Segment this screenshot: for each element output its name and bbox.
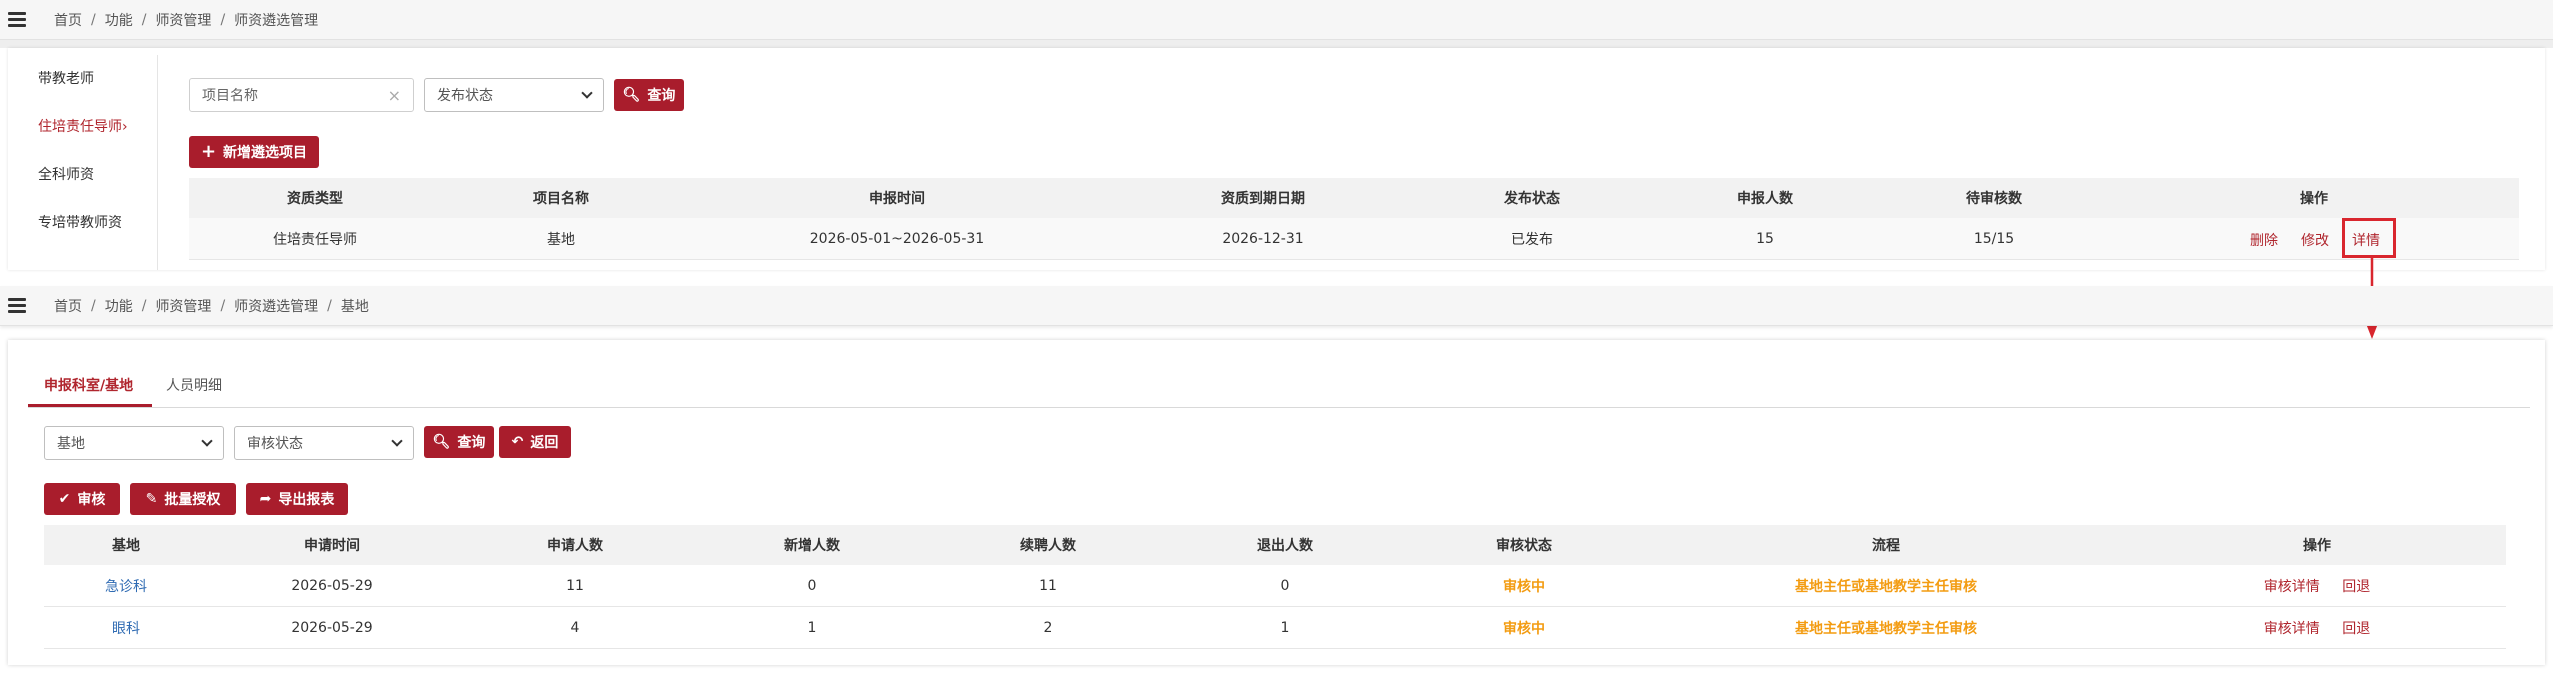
breadcrumb: 首页 / 功能 / 师资管理 / 师资遴选管理 / 基地 — [54, 296, 369, 316]
highlight-box — [2342, 218, 2396, 258]
review-button[interactable]: ✔ 审核 — [44, 483, 120, 515]
col-status: 发布状态 — [1504, 191, 1560, 207]
table-row: 住培责任导师 基地 2026-05-01~2026-05-31 2026-12-… — [189, 218, 2519, 260]
share-icon: ➦ — [259, 491, 272, 507]
col-expiry: 资质到期日期 — [1221, 191, 1305, 207]
undo-icon: ↶ — [511, 434, 524, 450]
detail-breadcrumb-bar: 首页 / 功能 / 师资管理 / 师资遴选管理 / 基地 — [0, 286, 2553, 326]
col-type: 资质类型 — [287, 191, 343, 207]
sidebar: 带教老师 住培责任导师› 全科师资 专培带教师资 — [18, 55, 158, 270]
top-breadcrumb-bar: 首页 / 功能 / 师资管理 / 师资遴选管理 — [0, 0, 2553, 40]
breadcrumb-teacher-mgmt[interactable]: 师资管理 — [155, 296, 211, 316]
review-status-select[interactable]: 审核状态 — [234, 426, 414, 460]
chevron-down-icon — [581, 86, 593, 99]
edit-icon: ✎ — [145, 491, 158, 507]
export-report-button[interactable]: ➦ 导出报表 — [246, 483, 348, 515]
table-row: 急诊科 2026-05-29 11 0 11 0 审核中 基地主任或基地教学主任… — [44, 565, 2506, 607]
review-details-link[interactable]: 审核详情 — [2264, 621, 2320, 637]
edit-link[interactable]: 修改 — [2301, 230, 2329, 250]
clear-icon[interactable]: × — [388, 86, 401, 105]
chevron-down-icon — [201, 434, 213, 447]
col-flow: 流程 — [1872, 538, 1900, 554]
base-select[interactable]: 基地 — [44, 426, 224, 460]
status-badge: 审核中 — [1503, 578, 1545, 595]
breadcrumb-function[interactable]: 功能 — [105, 10, 133, 30]
rollback-link[interactable]: 回退 — [2342, 621, 2370, 637]
flow-text: 基地主任或基地教学主任审核 — [1795, 578, 1977, 595]
breadcrumb-selection-mgmt[interactable]: 师资遴选管理 — [234, 296, 318, 316]
search-icon: 🔍︎ — [622, 87, 641, 103]
col-base: 基地 — [112, 538, 140, 554]
add-project-button[interactable]: + 新增遴选项目 — [189, 136, 319, 168]
tab-departments[interactable]: 申报科室/基地 — [44, 375, 133, 395]
top-gap — [0, 40, 2553, 48]
plus-icon: + — [200, 141, 217, 162]
chevron-down-icon — [391, 434, 403, 447]
sidebar-item-general-teacher[interactable]: 全科师资 — [18, 151, 157, 199]
sidebar-item-resident-mentor[interactable]: 住培责任导师› — [18, 103, 157, 151]
sidebar-item-specialist-teacher[interactable]: 专培带教师资 — [18, 199, 157, 247]
table-header: 资质类型 项目名称 申报时间 资质到期日期 发布状态 申报人数 待审核数 操作 — [189, 178, 2519, 218]
query-button[interactable]: 🔍︎ 查询 — [614, 79, 684, 111]
tab-divider — [28, 407, 2530, 408]
col-status: 审核状态 — [1496, 538, 1552, 554]
col-name: 项目名称 — [533, 191, 589, 207]
col-date: 申请时间 — [304, 538, 360, 554]
col-apply: 申请人数 — [547, 538, 603, 554]
breadcrumb-base: 基地 — [340, 298, 369, 315]
query-button[interactable]: 🔍︎ 查询 — [424, 426, 494, 458]
project-name-input[interactable]: 项目名称 × — [189, 78, 414, 112]
col-actions: 操作 — [2300, 191, 2328, 207]
menu-toggle-icon[interactable] — [8, 298, 26, 313]
col-exit: 退出人数 — [1257, 538, 1313, 554]
department-table: 基地 申请时间 申请人数 新增人数 续聘人数 退出人数 审核状态 流程 操作 急… — [44, 525, 2506, 649]
menu-toggle-icon[interactable] — [8, 12, 26, 27]
flow-text: 基地主任或基地教学主任审核 — [1795, 620, 1977, 637]
col-actions: 操作 — [2303, 538, 2331, 554]
project-table: 资质类型 项目名称 申报时间 资质到期日期 发布状态 申报人数 待审核数 操作 … — [189, 178, 2519, 260]
back-button[interactable]: ↶ 返回 — [499, 426, 571, 458]
col-new: 新增人数 — [784, 538, 840, 554]
delete-link[interactable]: 删除 — [2250, 230, 2278, 250]
breadcrumb-selection-mgmt: 师资遴选管理 — [234, 12, 319, 29]
table-header: 基地 申请时间 申请人数 新增人数 续聘人数 退出人数 审核状态 流程 操作 — [44, 525, 2506, 565]
col-renew: 续聘人数 — [1020, 538, 1076, 554]
breadcrumb: 首页 / 功能 / 师资管理 / 师资遴选管理 — [54, 10, 319, 30]
review-details-link[interactable]: 审核详情 — [2264, 579, 2320, 595]
status-badge: 审核中 — [1503, 620, 1545, 637]
breadcrumb-function[interactable]: 功能 — [105, 296, 133, 316]
search-icon: 🔍︎ — [432, 434, 451, 450]
breadcrumb-home[interactable]: 首页 — [54, 10, 82, 30]
breadcrumb-teacher-mgmt[interactable]: 师资管理 — [155, 10, 211, 30]
batch-authorize-button[interactable]: ✎ 批量授权 — [130, 483, 236, 515]
col-pending: 待审核数 — [1966, 191, 2022, 207]
base-link[interactable]: 眼科 — [44, 618, 208, 638]
breadcrumb-home[interactable]: 首页 — [54, 296, 82, 316]
col-applicants: 申报人数 — [1737, 191, 1793, 207]
rollback-link[interactable]: 回退 — [2342, 579, 2370, 595]
sidebar-item-teaching-teacher[interactable]: 带教老师 — [18, 55, 157, 103]
tab-personnel[interactable]: 人员明细 — [166, 375, 222, 395]
col-period: 申报时间 — [869, 191, 925, 207]
publish-status-select[interactable]: 发布状态 — [424, 78, 604, 112]
check-icon: ✔ — [58, 491, 71, 507]
table-row: 眼科 2026-05-29 4 1 2 1 审核中 基地主任或基地教学主任审核 … — [44, 607, 2506, 649]
base-link[interactable]: 急诊科 — [44, 576, 208, 596]
